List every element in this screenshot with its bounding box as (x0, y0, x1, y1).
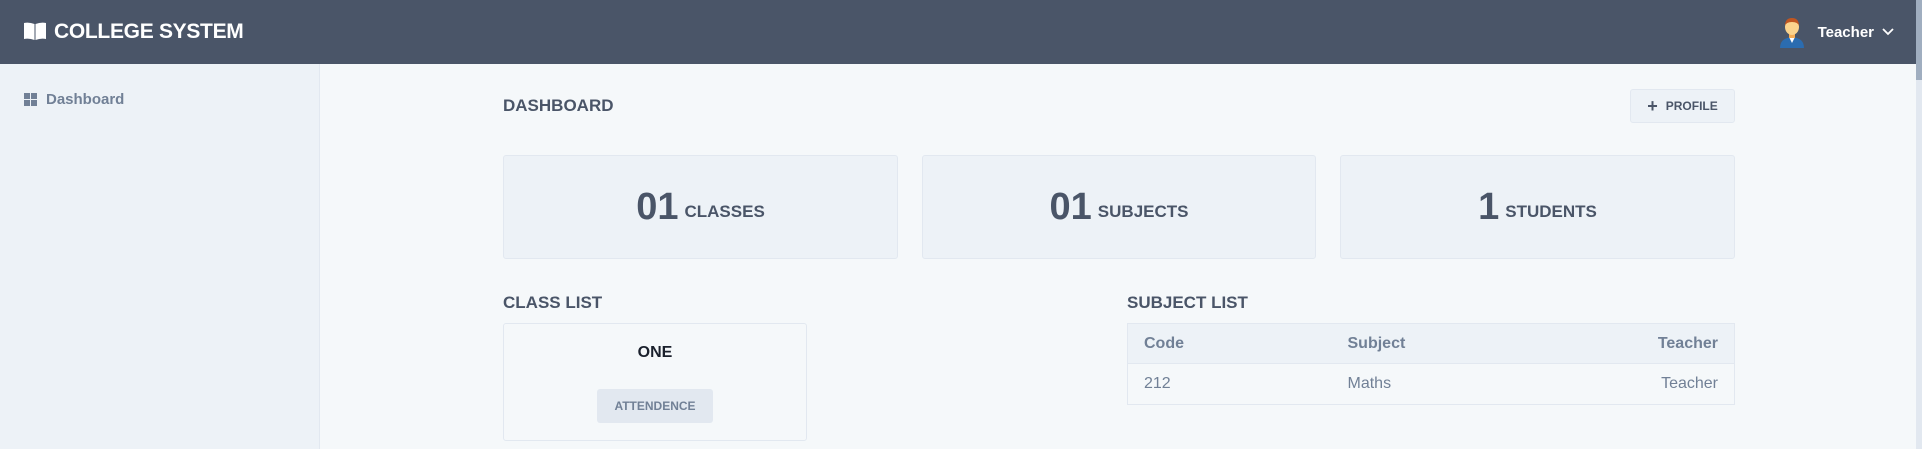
stat-value: 1 (1478, 185, 1500, 228)
subject-list-title: SUBJECT LIST (1127, 293, 1248, 312)
profile-button-label: PROFILE (1665, 99, 1718, 113)
chevron-down-icon (1882, 28, 1894, 36)
class-name: ONE (637, 344, 673, 361)
class-card: ONE ATTENDENCE (503, 323, 807, 441)
table-row: 212 Maths Teacher (1127, 363, 1735, 405)
sidebar: Dashboard (0, 64, 320, 449)
table-header-row: Code Subject Teacher (1127, 323, 1735, 364)
avatar-icon (1778, 16, 1806, 48)
top-navbar: COLLEGE SYSTEM Teacher (0, 0, 1922, 64)
user-name: Teacher (1817, 23, 1874, 41)
sidebar-item-label: Dashboard (46, 91, 125, 108)
stat-value: 01 (1049, 185, 1092, 228)
stat-card-subjects: 01 SUBJECTS (922, 155, 1316, 259)
subject-table: Code Subject Teacher 212 Maths Teacher (1127, 323, 1735, 405)
cell-teacher: Teacher (1551, 363, 1735, 405)
stat-label: CLASSES (684, 202, 765, 221)
brand[interactable]: COLLEGE SYSTEM (24, 20, 244, 44)
column-header-teacher: Teacher (1551, 323, 1735, 364)
stat-value: 01 (636, 185, 679, 228)
class-list-title: CLASS LIST (503, 293, 603, 312)
page-title: DASHBOARD (503, 96, 614, 115)
stat-label: STUDENTS (1505, 202, 1597, 221)
column-header-code: Code (1127, 323, 1332, 364)
book-icon (24, 22, 46, 42)
brand-title: COLLEGE SYSTEM (54, 20, 244, 43)
stat-label: SUBJECTS (1097, 202, 1189, 221)
column-header-subject: Subject (1331, 323, 1552, 364)
stat-card-classes: 01 CLASSES (503, 155, 898, 259)
cell-code: 212 (1127, 363, 1332, 405)
scrollbar-thumb[interactable] (1916, 0, 1922, 80)
stat-card-students: 1 STUDENTS (1340, 155, 1735, 259)
cell-subject: Maths (1331, 363, 1552, 405)
profile-button[interactable]: + PROFILE (1630, 89, 1735, 123)
scrollbar[interactable] (1916, 0, 1922, 449)
grid-icon (24, 93, 37, 106)
attendence-button[interactable]: ATTENDENCE (597, 389, 713, 423)
user-menu[interactable]: Teacher (1778, 16, 1894, 48)
sidebar-item-dashboard[interactable]: Dashboard (24, 91, 124, 108)
plus-icon: + (1647, 96, 1658, 116)
